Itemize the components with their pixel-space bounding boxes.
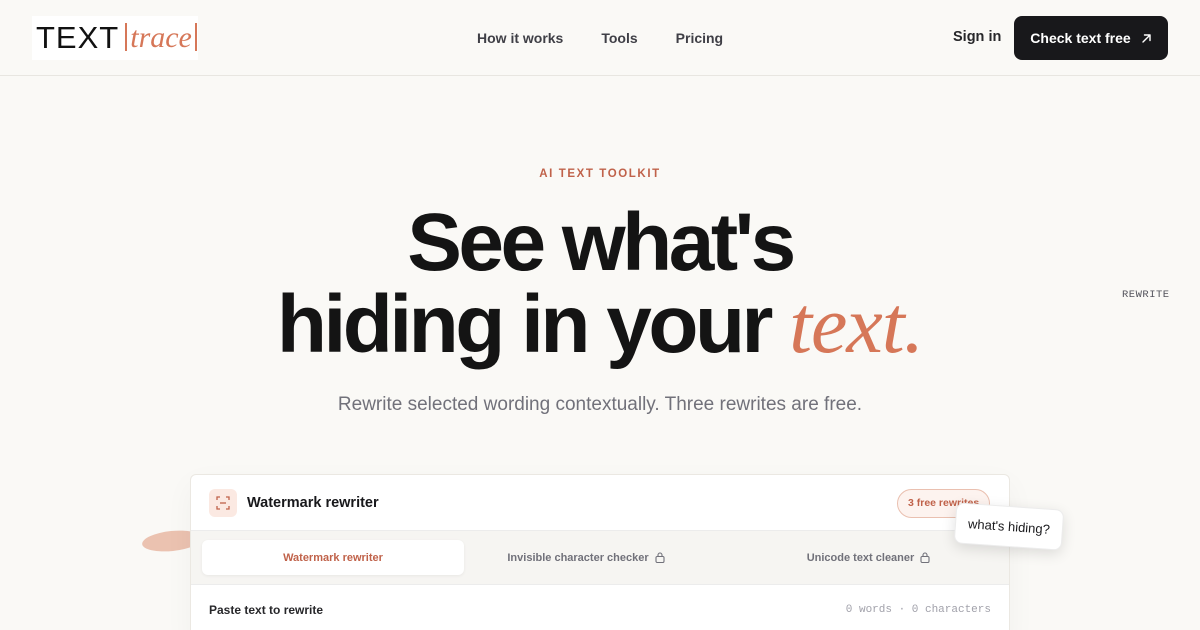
tool-card: Watermark rewriter 3 free rewrites Water… <box>190 474 1010 630</box>
paste-text-label: Paste text to rewrite <box>209 603 324 617</box>
tab-watermark-rewriter[interactable]: Watermark rewriter <box>202 540 464 575</box>
main-nav: How it works Tools Pricing <box>477 30 723 46</box>
lock-icon <box>655 552 665 563</box>
paste-row: Paste text to rewrite 0 words · 0 charac… <box>191 585 1009 630</box>
logo-main-text: TEXT <box>36 20 120 55</box>
headline-line-1: See what's <box>407 197 796 288</box>
tool-tabs: Watermark rewriter Invisible character c… <box>191 531 1009 585</box>
nav-pricing[interactable]: Pricing <box>676 30 723 46</box>
tab-label: Invisible character checker <box>507 551 649 564</box>
arrow-up-right-icon <box>1141 33 1151 43</box>
scan-frame-icon <box>209 489 237 517</box>
sign-in-link[interactable]: Sign in <box>953 29 1001 45</box>
hero-subtitle: Rewrite selected wording contextually. T… <box>337 394 863 415</box>
cta-label: Check text free <box>1030 30 1131 46</box>
side-rewrite-label: REWRITE <box>1122 289 1170 301</box>
nav-how-it-works[interactable]: How it works <box>477 30 563 46</box>
hero-eyebrow: AI TEXT TOOLKIT <box>539 168 661 180</box>
word-character-count: 0 words · 0 characters <box>845 604 991 616</box>
tab-label: Watermark rewriter <box>283 551 383 564</box>
card-title: Watermark rewriter <box>247 495 379 511</box>
logo-accent-text: trace <box>125 21 197 55</box>
hero-headline: See what's hiding in your text. <box>0 202 1200 366</box>
whats-hiding-sticker: what's hiding? <box>953 502 1065 551</box>
tab-label: Unicode text cleaner <box>806 551 915 564</box>
tab-unicode-text-cleaner[interactable]: Unicode text cleaner <box>791 540 946 575</box>
logo[interactable]: TEXT trace <box>32 16 198 60</box>
card-header: Watermark rewriter 3 free rewrites <box>191 475 1009 531</box>
tab-invisible-character-checker[interactable]: Invisible character checker <box>501 540 671 575</box>
check-text-free-button[interactable]: Check text free <box>1014 16 1168 60</box>
lock-icon <box>920 552 930 563</box>
site-header: TEXT trace How it works Tools Pricing Si… <box>0 0 1200 76</box>
headline-accent: text. <box>789 279 924 370</box>
headline-line-2: hiding in your <box>276 279 774 370</box>
nav-tools[interactable]: Tools <box>601 30 637 46</box>
